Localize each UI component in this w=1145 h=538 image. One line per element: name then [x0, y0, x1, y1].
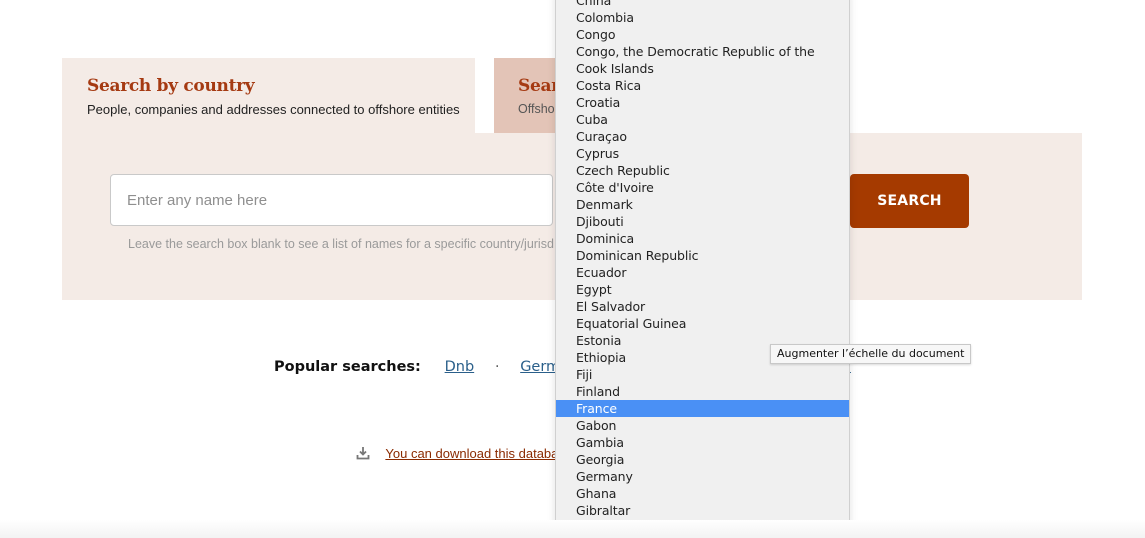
tab-title: Search by country	[87, 76, 255, 96]
dropdown-option[interactable]: Gambia	[556, 434, 849, 451]
dropdown-option[interactable]: Gabon	[556, 417, 849, 434]
dropdown-option[interactable]: Equatorial Guinea	[556, 315, 849, 332]
dropdown-option[interactable]: France	[556, 400, 849, 417]
separator-dot: ·	[494, 359, 500, 375]
dropdown-option[interactable]: Côte d'Ivoire	[556, 179, 849, 196]
search-button[interactable]: SEARCH	[850, 174, 969, 228]
dropdown-option[interactable]: Costa Rica	[556, 77, 849, 94]
dropdown-option[interactable]: Ecuador	[556, 264, 849, 281]
dropdown-option[interactable]: Cuba	[556, 111, 849, 128]
download-icon	[356, 446, 370, 463]
tab-search-by-country[interactable]: Search by country People, companies and …	[62, 58, 475, 133]
dropdown-option[interactable]: El Salvador	[556, 298, 849, 315]
dropdown-option[interactable]: China	[556, 0, 849, 9]
dropdown-option[interactable]: Denmark	[556, 196, 849, 213]
popular-searches: Popular searches: Dnb · Germany	[274, 357, 587, 375]
download-database-link[interactable]: You can download this databa	[385, 446, 558, 461]
popular-link-dnb[interactable]: Dnb	[445, 359, 475, 375]
country-dropdown-list[interactable]: China Colombia Congo Congo, the Democratic …	[555, 0, 850, 538]
dropdown-option[interactable]: Congo	[556, 26, 849, 43]
dropdown-option[interactable]: Dominica	[556, 230, 849, 247]
dropdown-option[interactable]: Cook Islands	[556, 60, 849, 77]
dropdown-option[interactable]: Egypt	[556, 281, 849, 298]
dropdown-option[interactable]: Gibraltar	[556, 502, 849, 519]
dropdown-option[interactable]: Congo, the Democratic Republic of the	[556, 43, 849, 60]
dropdown-option[interactable]: Dominican Republic	[556, 247, 849, 264]
page-bottom-edge	[0, 520, 1145, 538]
tab-subtitle: People, companies and addresses connecte…	[87, 102, 460, 117]
dropdown-option[interactable]: Ghana	[556, 485, 849, 502]
dropdown-option[interactable]: Djibouti	[556, 213, 849, 230]
dropdown-option[interactable]: Curaçao	[556, 128, 849, 145]
dropdown-option[interactable]: Croatia	[556, 94, 849, 111]
dropdown-option[interactable]: Colombia	[556, 9, 849, 26]
dropdown-options: China Colombia Congo Congo, the Democratic …	[556, 0, 849, 536]
search-hint: Leave the search box blank to see a list…	[128, 237, 554, 251]
dropdown-option[interactable]: Georgia	[556, 451, 849, 468]
dropdown-option[interactable]: Czech Republic	[556, 162, 849, 179]
dropdown-option[interactable]: Cyprus	[556, 145, 849, 162]
download-row: You can download this databa	[356, 446, 558, 463]
dropdown-option[interactable]: Finland	[556, 383, 849, 400]
dropdown-option[interactable]: Fiji	[556, 366, 849, 383]
zoom-tooltip: Augmenter l’échelle du document	[770, 344, 972, 364]
search-input[interactable]	[110, 174, 553, 226]
popular-searches-label: Popular searches:	[274, 359, 421, 375]
dropdown-option[interactable]: Germany	[556, 468, 849, 485]
